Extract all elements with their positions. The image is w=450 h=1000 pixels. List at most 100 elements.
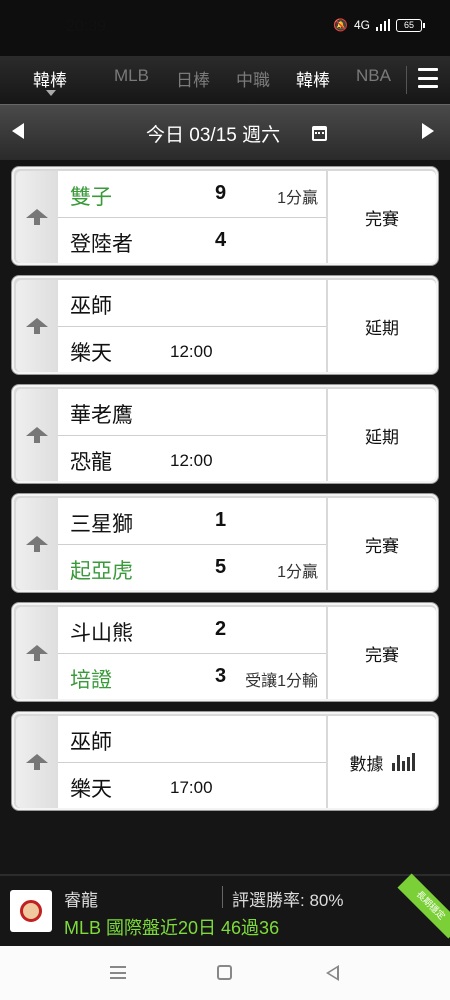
tab-cpbl[interactable]: 中職 [236, 66, 270, 91]
date-label[interactable]: 今日 03/15 週六 [146, 120, 280, 147]
team-name: 樂天 [70, 342, 112, 365]
game-list: 雙子 9 1分贏 登陸者 4 完賽 巫師 樂天 12:00 延期 華老鷹 恐龍 … [0, 160, 450, 874]
tab-mlb[interactable]: MLB [114, 66, 149, 86]
next-date-icon[interactable] [422, 123, 434, 139]
arrow-up-icon [26, 536, 48, 552]
team-name: 巫師 [70, 731, 112, 754]
tab-nba[interactable]: NBA [356, 66, 391, 86]
team-row: 三星獅 1 [58, 498, 326, 544]
teams-panel: 斗山熊 2 培證 3 受讓1分輸 [58, 607, 326, 699]
league-tab-bar: 韓棒 MLB 日棒 中職 韓棒 NBA [0, 56, 450, 104]
team-name: 華老鷹 [70, 404, 133, 427]
game-card[interactable]: 巫師 樂天 17:00 數據 [11, 711, 439, 811]
teams-panel: 華老鷹 恐龍 12:00 [58, 389, 326, 481]
team-name: 培證 [70, 669, 112, 692]
team-score: 5 [215, 556, 227, 578]
teams-panel: 巫師 樂天 12:00 [58, 280, 326, 372]
team-score: 4 [215, 229, 227, 251]
game-time: 12:00 [170, 451, 213, 470]
pin-top-button[interactable] [16, 389, 58, 481]
status-time: 20:39 [66, 18, 107, 35]
game-status[interactable]: 延期 [328, 389, 436, 481]
team-row: 樂天 17:00 [58, 762, 326, 808]
team-row: 樂天 12:00 [58, 326, 326, 372]
team-row: 華老鷹 [58, 389, 326, 435]
team-row: 培證 3 受讓1分輸 [58, 653, 326, 699]
signal-icon [376, 19, 390, 31]
result-note: 1分贏 [277, 190, 318, 207]
pin-top-button[interactable] [16, 498, 58, 590]
dropdown-caret-icon [46, 90, 56, 96]
team-name: 登陸者 [70, 233, 133, 256]
game-card[interactable]: 斗山熊 2 培證 3 受讓1分輸 完賽 [11, 602, 439, 702]
tab-korea-baseball[interactable]: 韓棒 [33, 66, 67, 91]
teams-panel: 巫師 樂天 17:00 [58, 716, 326, 808]
expert-promo-bar[interactable]: 睿龍 評選勝率: 80% MLB 國際盤近20日 46過36 長期穩定 [0, 873, 450, 946]
game-status[interactable]: 延期 [328, 280, 436, 372]
team-row: 巫師 [58, 716, 326, 762]
tab-japan-baseball[interactable]: 日棒 [176, 66, 210, 91]
home-icon[interactable] [217, 965, 232, 980]
game-status[interactable]: 完賽 [328, 171, 436, 263]
team-score: 9 [215, 182, 227, 204]
team-row: 雙子 9 1分贏 [58, 171, 326, 217]
pin-top-button[interactable] [16, 716, 58, 808]
arrow-up-icon [26, 318, 48, 334]
system-nav-bar [0, 946, 450, 1000]
game-status: 數據 [349, 754, 384, 774]
pin-top-button[interactable] [16, 607, 58, 699]
promo-divider [222, 886, 223, 908]
game-status[interactable]: 完賽 [328, 498, 436, 590]
team-name: 斗山熊 [70, 622, 133, 645]
stats-button[interactable]: 數據 [328, 716, 436, 808]
game-status[interactable]: 完賽 [328, 607, 436, 699]
arrow-up-icon [26, 645, 48, 661]
status-bar: 20:39 🔕 4G 65 [0, 0, 450, 56]
tab-korea-baseball-2[interactable]: 韓棒 [296, 66, 330, 91]
date-nav: 今日 03/15 週六 [0, 104, 450, 160]
expert-record: MLB 國際盤近20日 46過36 [64, 918, 280, 938]
team-name: 三星獅 [70, 513, 133, 536]
bar-chart-icon [391, 753, 415, 771]
arrow-up-icon [26, 427, 48, 443]
game-time: 17:00 [170, 778, 213, 797]
game-card[interactable]: 三星獅 1 起亞虎 5 1分贏 完賽 [11, 493, 439, 593]
mute-icon: 🔕 [333, 18, 348, 32]
prev-date-icon[interactable] [12, 123, 24, 139]
game-card[interactable]: 巫師 樂天 12:00 延期 [11, 275, 439, 375]
recent-apps-icon[interactable] [110, 966, 126, 979]
game-card[interactable]: 雙子 9 1分贏 登陸者 4 完賽 [11, 166, 439, 266]
team-score: 1 [215, 509, 227, 531]
team-score: 3 [215, 665, 227, 687]
team-row: 恐龍 12:00 [58, 435, 326, 481]
back-icon[interactable] [326, 965, 339, 981]
win-rate: 評選勝率: 80% [232, 891, 344, 910]
status-icons: 🔕 4G 65 [333, 18, 425, 32]
pin-top-button[interactable] [16, 280, 58, 372]
battery-icon: 65 [396, 18, 425, 32]
team-row: 登陸者 4 [58, 217, 326, 263]
team-name: 巫師 [70, 295, 112, 318]
team-score: 2 [215, 618, 227, 640]
team-name: 恐龍 [70, 451, 112, 474]
avatar-face-icon [20, 900, 42, 922]
game-card[interactable]: 華老鷹 恐龍 12:00 延期 [11, 384, 439, 484]
network-label: 4G [353, 18, 370, 32]
team-name: 起亞虎 [70, 560, 133, 583]
team-name: 雙子 [70, 186, 112, 209]
team-name: 樂天 [70, 778, 112, 801]
team-row: 巫師 [58, 280, 326, 326]
game-time: 12:00 [170, 342, 213, 361]
calendar-icon[interactable] [312, 126, 327, 141]
arrow-up-icon [26, 209, 48, 225]
tab-divider [406, 66, 407, 94]
result-note: 受讓1分輸 [245, 673, 318, 690]
menu-icon[interactable] [418, 68, 438, 88]
teams-panel: 雙子 9 1分贏 登陸者 4 [58, 171, 326, 263]
arrow-up-icon [26, 754, 48, 770]
pin-top-button[interactable] [16, 171, 58, 263]
team-row: 斗山熊 2 [58, 607, 326, 653]
result-note: 1分贏 [277, 564, 318, 581]
teams-panel: 三星獅 1 起亞虎 5 1分贏 [58, 498, 326, 590]
expert-name: 睿龍 [64, 891, 98, 910]
